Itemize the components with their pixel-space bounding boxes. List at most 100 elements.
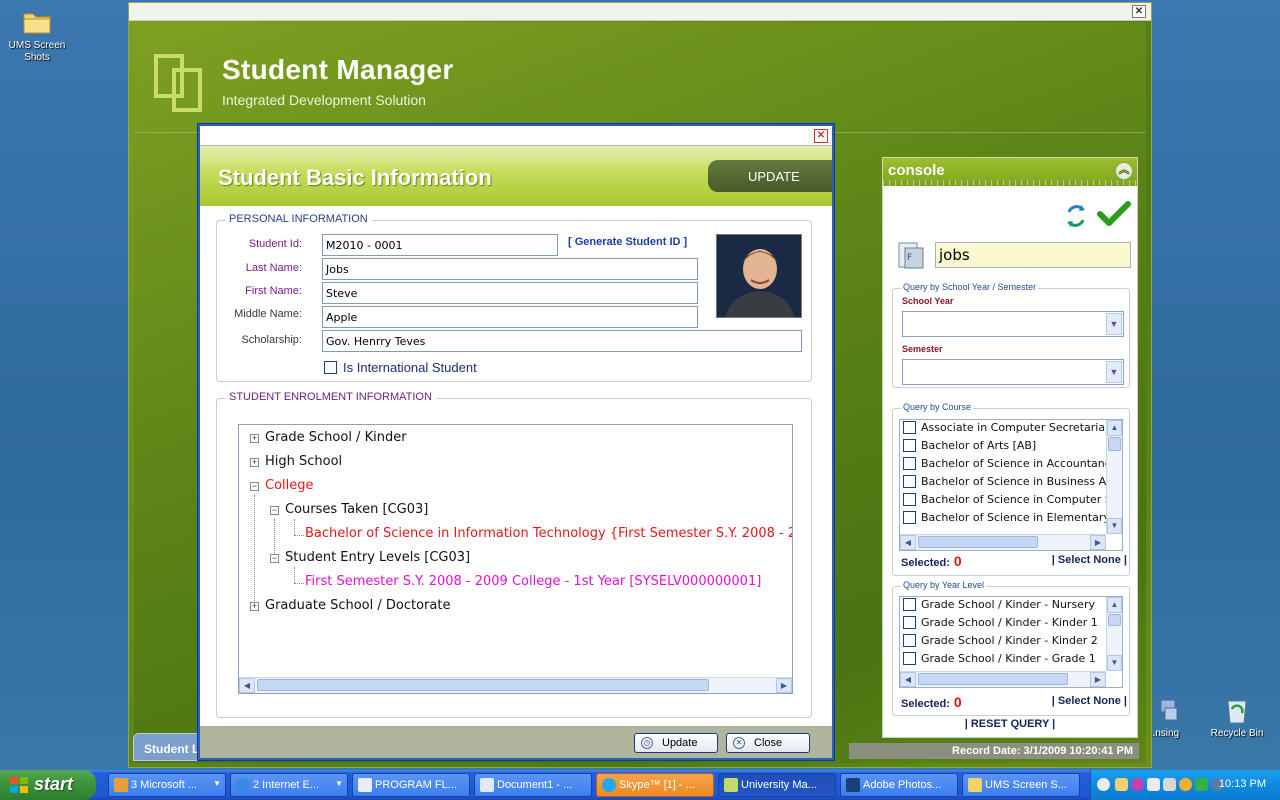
main-window-close-button[interactable]: ✕ (1132, 5, 1146, 18)
year-level-list[interactable]: Grade School / Kinder - Nursery Grade Sc… (899, 596, 1123, 688)
year-level-checkbox[interactable] (903, 651, 916, 665)
taskbar-item-skype[interactable]: Skype™ [1] - ... (596, 773, 714, 797)
last-name-field[interactable]: Jobs (322, 258, 698, 280)
desktop-icon-label: UMS Screen Shots (8, 40, 66, 63)
course-item[interactable]: Bachelor of Science in Elementary (903, 510, 1113, 529)
school-year-select[interactable]: ▼ (902, 311, 1124, 337)
collapse-up-icon[interactable]: ︽ (1115, 162, 1133, 180)
year-level-item[interactable]: Grade School / Kinder - Kinder 1 (903, 615, 1113, 634)
tray-security-icon[interactable] (1195, 778, 1208, 791)
console-search-input[interactable]: jobs (935, 242, 1131, 268)
student-id-field[interactable]: M2010 - 0001 (322, 234, 558, 256)
scroll-up-icon[interactable]: ▲ (1107, 597, 1122, 613)
course-checkbox[interactable] (903, 456, 916, 470)
course-checkbox[interactable] (903, 510, 916, 524)
apply-check-icon[interactable] (1097, 200, 1131, 228)
scroll-thumb[interactable] (1108, 437, 1121, 451)
course-checkbox[interactable] (903, 474, 916, 488)
tray-network-icon[interactable] (1147, 778, 1160, 791)
tree-node-grade-school[interactable]: Grade School / Kinder (265, 430, 407, 445)
international-student-checkbox[interactable] (324, 361, 337, 375)
tree-expand-icon[interactable]: + (250, 602, 259, 611)
scroll-up-icon[interactable]: ▲ (1107, 420, 1122, 436)
tree-node-courses-taken[interactable]: Courses Taken [CG03] (285, 502, 428, 517)
year-level-item[interactable]: Grade School / Kinder - Kinder 2 (903, 633, 1113, 652)
international-student-option[interactable]: Is International Student (324, 360, 477, 375)
course-item[interactable]: Bachelor of Science in Business Ad (903, 474, 1113, 493)
tray-p-icon[interactable] (1131, 778, 1144, 791)
scroll-left-icon[interactable]: ◀ (239, 678, 255, 693)
first-name-field[interactable]: Steve (322, 282, 698, 304)
tray-expand-icon[interactable] (1097, 778, 1110, 791)
desktop-recycle-bin[interactable]: Recycle Bin (1200, 694, 1274, 740)
scroll-down-icon[interactable]: ▼ (1107, 655, 1122, 671)
tree-expand-icon[interactable]: + (250, 458, 259, 467)
tree-node-entry-levels[interactable]: Student Entry Levels [CG03] (285, 550, 470, 565)
course-item[interactable]: Bachelor of Arts [AB] (903, 438, 1113, 457)
course-checkbox[interactable] (903, 420, 916, 434)
year-level-item[interactable]: Grade School / Kinder - Grade 1 (903, 651, 1113, 670)
tree-node-high-school[interactable]: High School (265, 454, 342, 469)
taskbar-item-ums-screen-shots[interactable]: UMS Screen S... (962, 773, 1080, 797)
scroll-thumb[interactable] (1108, 614, 1121, 626)
year-level-checkbox[interactable] (903, 597, 916, 611)
refresh-icon[interactable] (1061, 202, 1091, 230)
tree-collapse-icon[interactable]: − (270, 554, 279, 563)
scroll-thumb[interactable] (918, 536, 1038, 548)
course-list-hscroll[interactable]: ◀ ▶ (900, 534, 1106, 550)
chevron-down-icon[interactable]: ▼ (1106, 313, 1122, 335)
course-select-none-link[interactable]: | Select None | (1052, 554, 1127, 566)
reset-query-link[interactable]: | RESET QUERY | (883, 718, 1137, 730)
scholarship-field[interactable]: Gov. Henrry Teves (322, 330, 802, 352)
scroll-left-icon[interactable]: ◀ (900, 535, 916, 550)
semester-select[interactable]: ▼ (902, 359, 1124, 385)
close-button[interactable]: ✕ Close (726, 733, 810, 753)
tree-collapse-icon[interactable]: − (250, 482, 259, 491)
dialog-close-icon[interactable]: ✕ (814, 129, 828, 143)
tree-node-college[interactable]: College (265, 478, 314, 493)
tray-update-icon[interactable] (1179, 778, 1192, 791)
chevron-down-icon[interactable]: ▼ (1106, 361, 1122, 383)
course-list[interactable]: Associate in Computer Secretarial Bachel… (899, 419, 1123, 551)
taskbar-item-microsoft[interactable]: 3 Microsoft ... ▼ (108, 773, 226, 797)
tree-node-course-item[interactable]: Bachelor of Science in Information Techn… (305, 526, 792, 541)
tree-expand-icon[interactable]: + (250, 434, 259, 443)
scroll-right-icon[interactable]: ▶ (1090, 672, 1106, 687)
tray-messenger-icon[interactable] (1115, 778, 1128, 791)
year-select-none-link[interactable]: | Select None | (1052, 695, 1127, 707)
scroll-right-icon[interactable]: ▶ (776, 678, 792, 693)
taskbar-item-university-manager[interactable]: University Ma... (718, 773, 836, 797)
course-list-vscroll[interactable]: ▲ ▼ (1106, 420, 1122, 534)
tree-hscroll[interactable]: ◀ ▶ (239, 677, 792, 693)
enrolment-tree[interactable]: + Grade School / Kinder + High School − … (238, 424, 793, 694)
taskbar-item-internet-explorer[interactable]: 2 Internet E... ▼ (230, 773, 348, 797)
tree-node-entry-item[interactable]: First Semester S.Y. 2008 - 2009 College … (305, 574, 761, 589)
desktop-folder-ums-screen-shots[interactable]: UMS Screen Shots (0, 6, 74, 64)
course-checkbox[interactable] (903, 492, 916, 506)
course-item[interactable]: Bachelor of Science in Accountancy (903, 456, 1117, 475)
scroll-thumb[interactable] (918, 673, 1068, 685)
student-list-tab[interactable]: Student L (133, 733, 203, 761)
taskbar-item-program-flow[interactable]: PROGRAM FL... (352, 773, 470, 797)
year-level-item[interactable]: Grade School / Kinder - Nursery (903, 597, 1113, 616)
taskbar-item-document1[interactable]: Document1 - ... (474, 773, 592, 797)
generate-student-id-link[interactable]: [ Generate Student ID ] (568, 236, 687, 248)
taskbar-item-adobe-photoshop[interactable]: Adobe Photos... (840, 773, 958, 797)
update-button[interactable]: ◷ Update (634, 733, 718, 753)
scroll-down-icon[interactable]: ▼ (1107, 518, 1122, 534)
scroll-right-icon[interactable]: ▶ (1090, 535, 1106, 550)
start-button[interactable]: start (0, 770, 96, 800)
scroll-left-icon[interactable]: ◀ (900, 672, 916, 687)
year-level-hscroll[interactable]: ◀ ▶ (900, 671, 1106, 687)
tree-collapse-icon[interactable]: − (270, 506, 279, 515)
middle-name-field[interactable]: Apple (322, 306, 698, 328)
year-level-checkbox[interactable] (903, 615, 916, 629)
tree-node-graduate-school[interactable]: Graduate School / Doctorate (265, 598, 450, 613)
scroll-thumb[interactable] (257, 679, 709, 691)
course-item[interactable]: Bachelor of Science in Computer S (903, 492, 1113, 511)
tray-device-icon[interactable] (1163, 778, 1176, 791)
course-item[interactable]: Associate in Computer Secretarial (903, 420, 1113, 439)
course-checkbox[interactable] (903, 438, 916, 452)
year-level-vscroll[interactable]: ▲ ▼ (1106, 597, 1122, 671)
year-level-checkbox[interactable] (903, 633, 916, 647)
